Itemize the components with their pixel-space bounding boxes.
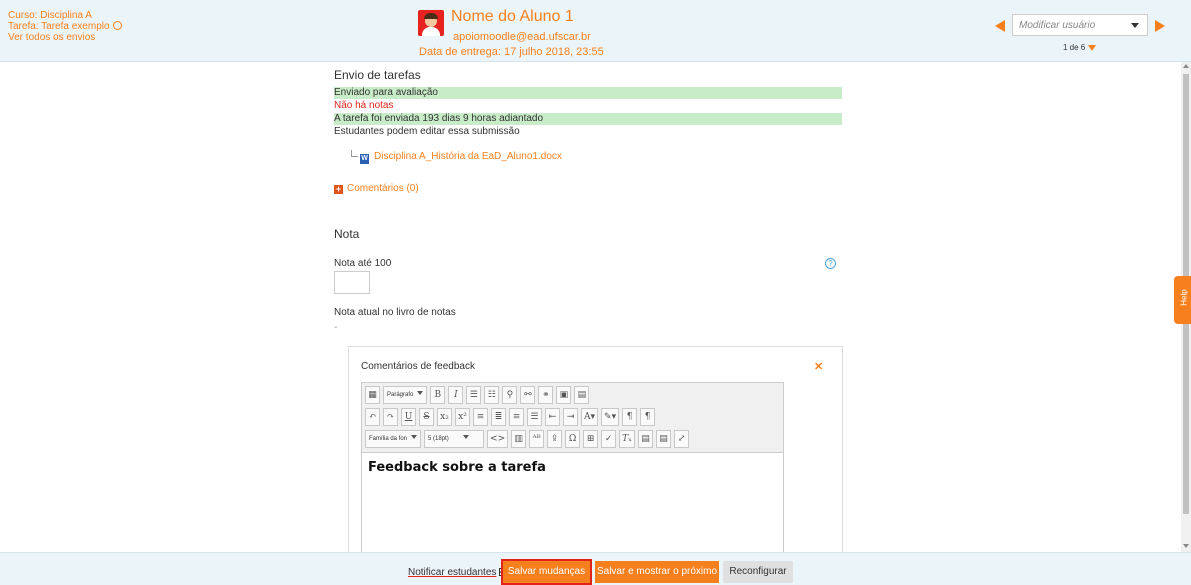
feedback-title: Comentários de feedback bbox=[361, 361, 475, 372]
comments-toggle[interactable]: + Comentários (0) bbox=[334, 183, 419, 194]
toolbar-toggle-icon[interactable]: ▦ bbox=[365, 386, 380, 404]
indent-icon[interactable]: ⇥ bbox=[563, 408, 578, 426]
view-all-submissions-link[interactable]: Ver todos os envios bbox=[8, 32, 122, 43]
anchor-icon[interactable]: ⚭ bbox=[538, 386, 554, 404]
fullscreen-editor-icon[interactable]: ⤢ bbox=[673, 430, 689, 448]
strikethrough-icon[interactable]: S bbox=[419, 408, 434, 426]
current-grade-label: Nota atual no livro de notas bbox=[334, 307, 456, 318]
save-changes-button[interactable]: Salvar mudanças bbox=[501, 559, 592, 585]
chevron-down-icon bbox=[1131, 23, 1139, 28]
avatar[interactable] bbox=[418, 10, 444, 36]
paste-word-icon[interactable]: ▤ bbox=[655, 430, 671, 448]
gear-icon[interactable] bbox=[112, 21, 122, 30]
bold-icon[interactable]: B bbox=[430, 386, 446, 404]
chevron-down-icon bbox=[462, 435, 469, 439]
status-submitted-early: A tarefa foi enviada 193 dias 9 horas ad… bbox=[334, 113, 842, 125]
clear-format-icon[interactable]: Tₓ bbox=[619, 430, 635, 448]
word-document-icon: W bbox=[360, 154, 369, 164]
pager-text: 1 de 6 bbox=[1063, 43, 1086, 52]
ltr-icon[interactable]: ¶ bbox=[622, 408, 638, 426]
replace-icon[interactable]: ᴬᴮ bbox=[529, 430, 545, 448]
font-family-select-label: Família da fon bbox=[369, 436, 408, 442]
notify-students[interactable]: Notificar estudantes bbox=[408, 567, 508, 578]
upload-icon[interactable]: ⇪ bbox=[547, 430, 563, 448]
change-user-placeholder: Modificar usuário bbox=[1019, 20, 1096, 31]
scroll-down-icon[interactable] bbox=[1183, 544, 1189, 548]
align-right-icon[interactable]: ≡ bbox=[509, 408, 524, 426]
grade-label: Nota até 100 bbox=[334, 258, 392, 269]
chevron-down-icon bbox=[417, 391, 424, 395]
chevron-down-icon bbox=[411, 435, 418, 439]
media-icon[interactable]: ▤ bbox=[574, 386, 590, 404]
student-name[interactable]: Nome do Aluno 1 bbox=[451, 8, 574, 26]
paste-text-icon[interactable]: ▤ bbox=[637, 430, 653, 448]
undo-icon[interactable]: ↶ bbox=[365, 408, 380, 426]
font-size-select[interactable]: 5 (18pt) bbox=[424, 430, 485, 448]
link-icon[interactable]: ⚲ bbox=[502, 386, 518, 404]
student-email[interactable]: apoiomoodle@ead.ufscar.br bbox=[453, 31, 591, 43]
outdent-icon[interactable]: ⇤ bbox=[545, 408, 560, 426]
unlink-icon[interactable]: ⚯ bbox=[520, 386, 536, 404]
grade-section-title: Nota bbox=[334, 227, 360, 241]
code-icon[interactable]: <> bbox=[487, 430, 509, 448]
grading-footer: Notificar estudantes Salvar mudanças Sal… bbox=[0, 552, 1191, 585]
previous-user-arrow-icon[interactable] bbox=[995, 20, 1005, 32]
rtl-icon[interactable]: ¶ bbox=[640, 408, 656, 426]
save-and-next-button[interactable]: Salvar e mostrar o próximo bbox=[595, 561, 719, 583]
notify-students-label[interactable]: Notificar estudantes bbox=[408, 567, 496, 578]
assignment-link-label[interactable]: Tarefa: Tarefa exemplo bbox=[8, 21, 110, 32]
bullet-list-icon[interactable]: ☰ bbox=[466, 386, 482, 404]
background-color-icon[interactable]: ✎▾ bbox=[601, 408, 620, 426]
course-link[interactable]: Curso: Disciplina A bbox=[8, 10, 122, 21]
reset-button[interactable]: Reconfigurar bbox=[723, 561, 793, 583]
subscript-icon[interactable]: x₂ bbox=[437, 408, 452, 426]
feedback-content[interactable]: Feedback sobre a tarefa bbox=[368, 460, 546, 475]
submitted-file[interactable]: W Disciplina A_História da EaD_Aluno1.doc… bbox=[351, 150, 562, 164]
feedback-panel: Comentários de feedback ✕ ▦ Parágrafo B … bbox=[348, 346, 843, 585]
status-editable: Estudantes podem editar essa submissão bbox=[334, 126, 520, 137]
assignment-link[interactable]: Tarefa: Tarefa exemplo bbox=[8, 21, 122, 32]
submission-section-title: Envio de tarefas bbox=[334, 68, 421, 82]
justify-icon[interactable]: ☰ bbox=[527, 408, 542, 426]
align-left-icon[interactable]: ≡ bbox=[473, 408, 488, 426]
tree-connector bbox=[351, 150, 358, 157]
help-tab[interactable]: Help bbox=[1174, 276, 1191, 324]
change-user-select[interactable]: Modificar usuário bbox=[1012, 14, 1148, 36]
help-icon[interactable]: ? bbox=[825, 258, 836, 269]
fullscreen-icon[interactable]: ✕ bbox=[814, 360, 823, 373]
editor-toolbar: ▦ Parágrafo B I ☰ ☷ ⚲ ⚯ ⚭ ▣ ▤ ↶ ↷ U S x₂… bbox=[362, 383, 783, 453]
table-icon[interactable]: ⊞ bbox=[583, 430, 599, 448]
status-no-grade: Não há notas bbox=[334, 100, 394, 111]
grading-header: Curso: Disciplina A Tarefa: Tarefa exemp… bbox=[0, 0, 1191, 62]
status-submitted: Enviado para avaliação bbox=[334, 87, 842, 99]
paragraph-select-label: Parágrafo bbox=[387, 392, 414, 398]
next-user-arrow-icon[interactable] bbox=[1155, 20, 1165, 32]
breadcrumb-links: Curso: Disciplina A Tarefa: Tarefa exemp… bbox=[8, 10, 122, 43]
user-pager: 1 de 6 bbox=[1063, 43, 1097, 52]
grade-input[interactable] bbox=[334, 271, 370, 294]
find-icon[interactable]: ▥ bbox=[511, 430, 527, 448]
underline-icon[interactable]: U bbox=[401, 408, 416, 426]
user-navigator: Modificar usuário 1 de 6 bbox=[995, 14, 1180, 54]
file-name-link[interactable]: Disciplina A_História da EaD_Aluno1.docx bbox=[374, 151, 562, 162]
align-center-icon[interactable]: ≣ bbox=[491, 408, 506, 426]
special-char-icon[interactable]: Ω bbox=[565, 430, 581, 448]
text-color-icon[interactable]: A▾ bbox=[581, 408, 599, 426]
numbered-list-icon[interactable]: ☷ bbox=[484, 386, 500, 404]
help-tab-label[interactable]: Help bbox=[1180, 289, 1189, 305]
comments-label[interactable]: Comentários (0) bbox=[347, 183, 419, 194]
plus-icon[interactable]: + bbox=[334, 185, 343, 194]
image-icon[interactable]: ▣ bbox=[556, 386, 572, 404]
current-grade-value: - bbox=[334, 322, 338, 333]
scroll-up-icon[interactable] bbox=[1183, 64, 1189, 68]
font-size-select-label: 5 (18pt) bbox=[428, 436, 449, 442]
paragraph-select[interactable]: Parágrafo bbox=[383, 386, 428, 404]
italic-icon[interactable]: I bbox=[448, 386, 464, 404]
font-family-select[interactable]: Família da fon bbox=[365, 430, 422, 448]
filter-icon[interactable] bbox=[1088, 45, 1097, 51]
due-date: Data de entrega: 17 julho 2018, 23:55 bbox=[419, 46, 604, 58]
redo-icon[interactable]: ↷ bbox=[383, 408, 398, 426]
superscript-icon[interactable]: x² bbox=[455, 408, 470, 426]
spellcheck-icon[interactable]: ✓ bbox=[601, 430, 617, 448]
